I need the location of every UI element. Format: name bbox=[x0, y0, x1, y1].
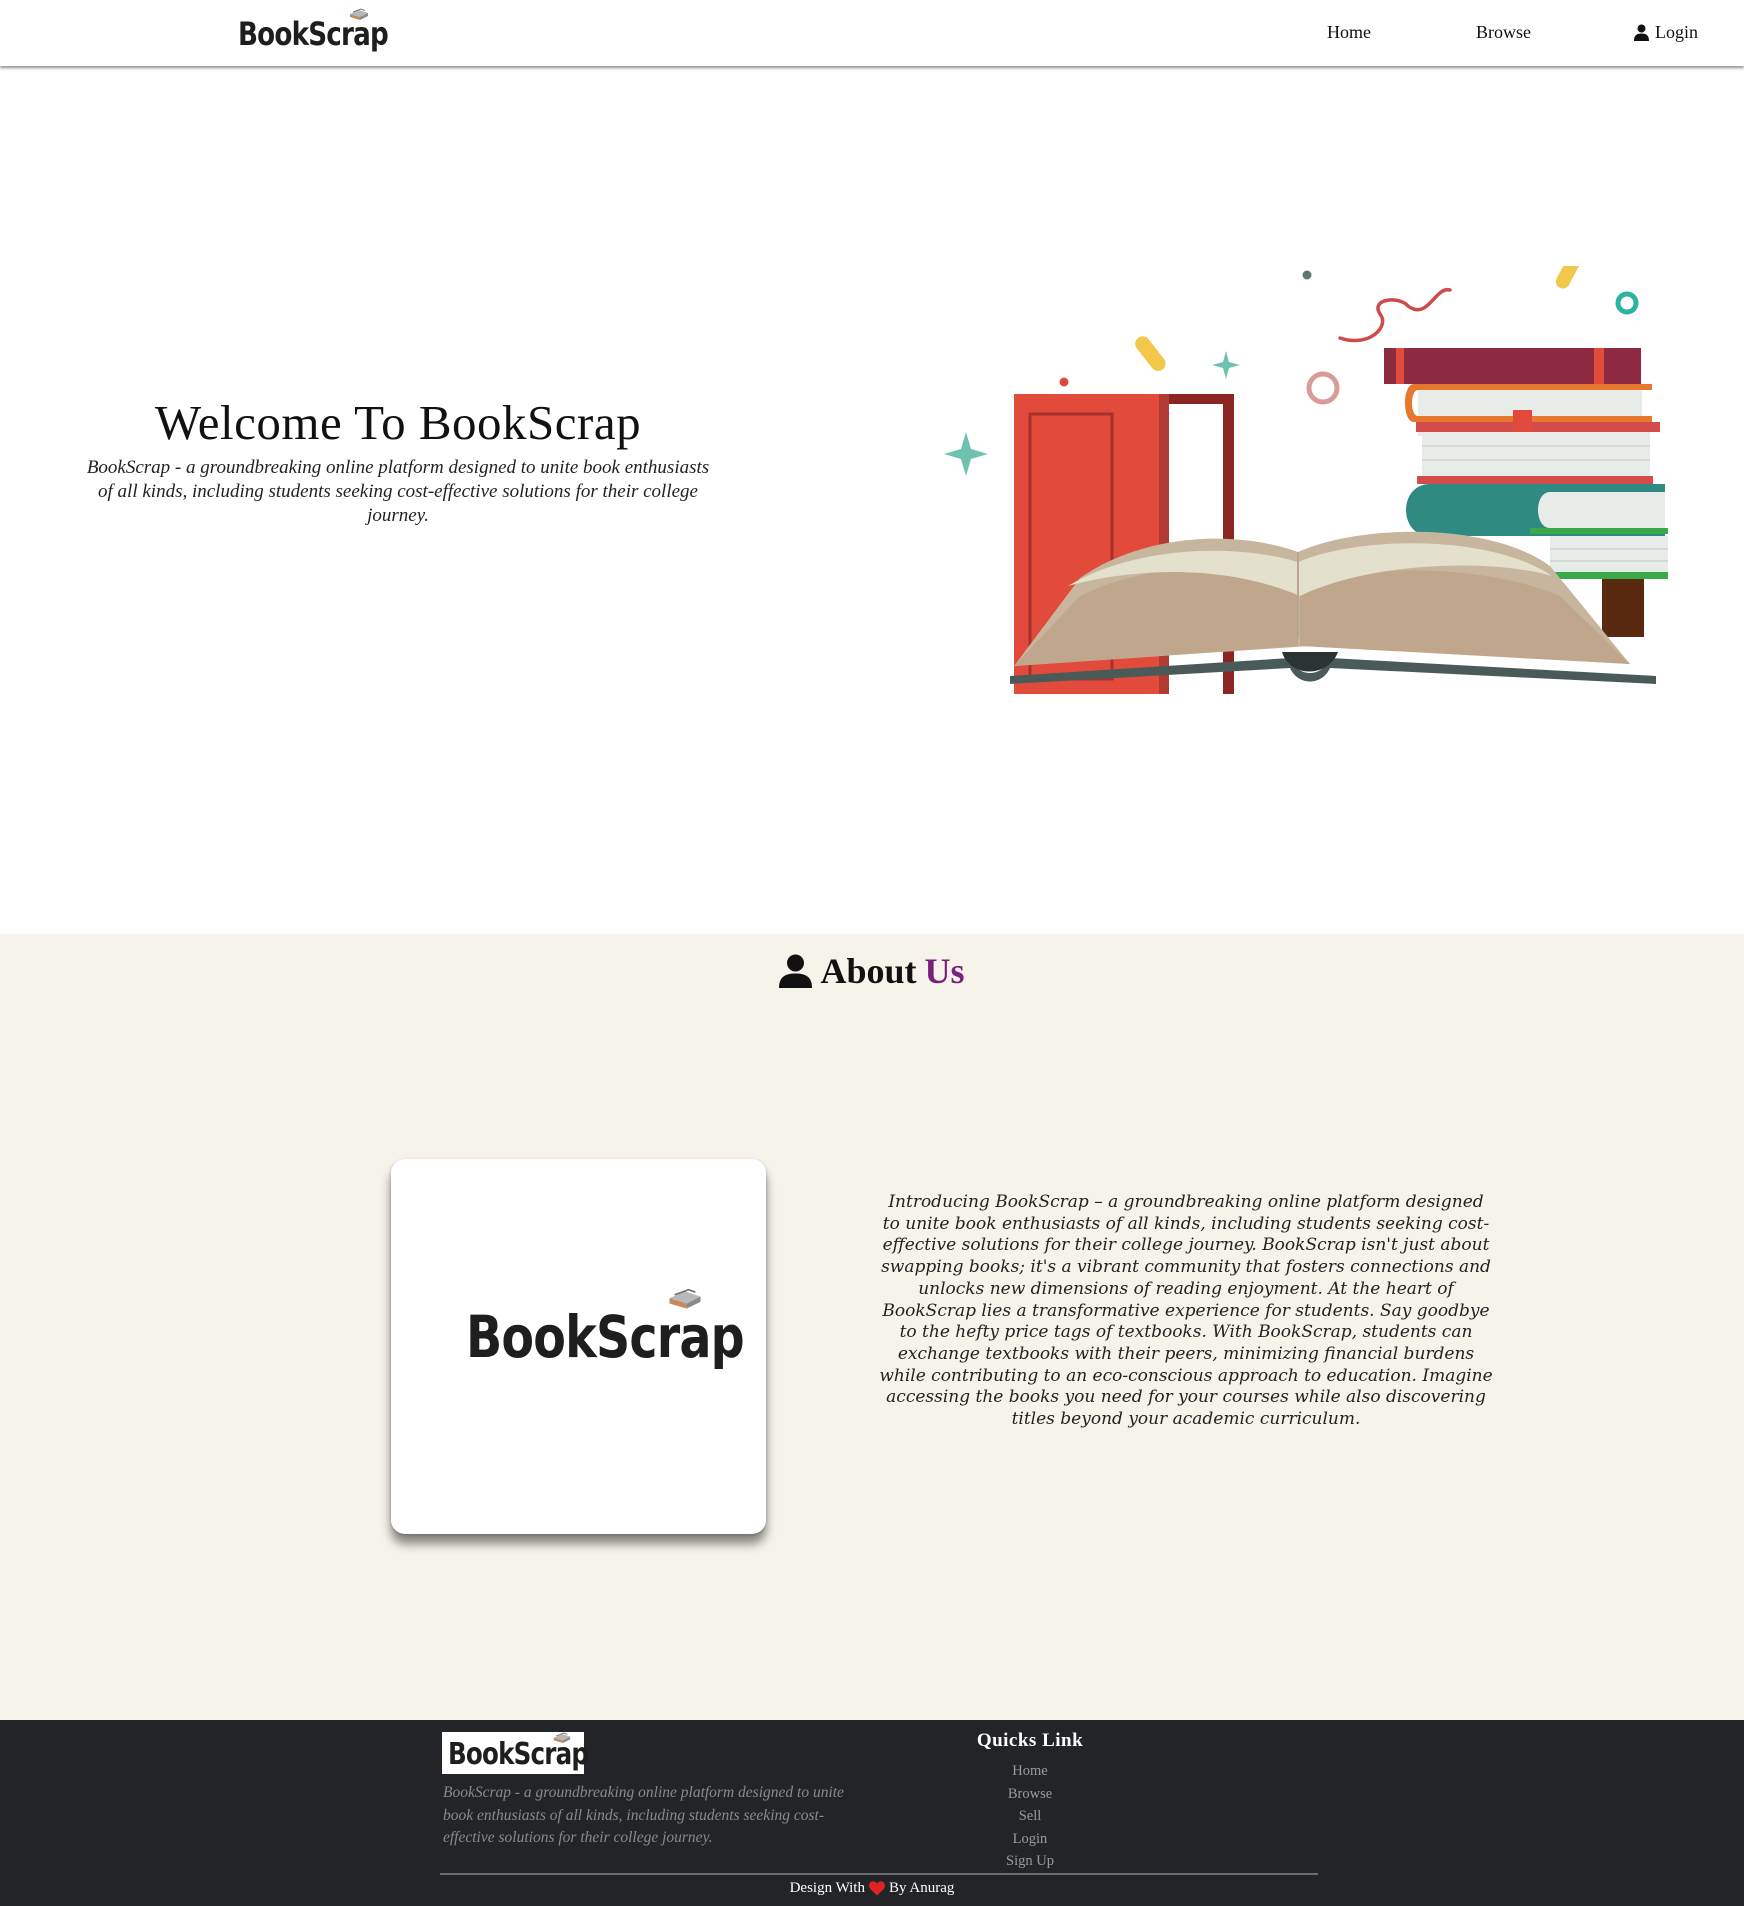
nav-home-label: Home bbox=[1327, 22, 1371, 42]
hero-section: Welcome To BookScrap BookScrap - a groun… bbox=[0, 66, 1744, 934]
footer-divider bbox=[440, 1873, 1318, 1875]
credit-prefix: Design With bbox=[789, 1880, 865, 1896]
about-heading: About Us bbox=[0, 950, 1744, 992]
quick-link-login[interactable]: Login bbox=[930, 1828, 1130, 1851]
books-illustration bbox=[944, 266, 1668, 694]
hero-subtitle: BookScrap - a groundbreaking online plat… bbox=[86, 457, 710, 526]
nav-login-label: Login bbox=[1655, 22, 1698, 42]
brand-logo[interactable]: BookScrap bbox=[238, 8, 421, 50]
quick-links-list: Home Browse Sell Login Sign Up bbox=[930, 1760, 1130, 1873]
nav-browse-link[interactable]: Browse bbox=[1476, 22, 1531, 43]
dot-decoration bbox=[1059, 377, 1069, 387]
book-logo-icon bbox=[350, 8, 368, 20]
nav-home-link[interactable]: Home bbox=[1327, 22, 1371, 43]
about-heading-accent: Us bbox=[924, 951, 965, 991]
nav-browse-label: Browse bbox=[1476, 22, 1531, 42]
about-heading-prefix: About bbox=[820, 951, 917, 991]
quick-link-signup[interactable]: Sign Up bbox=[930, 1850, 1130, 1873]
quick-link-browse[interactable]: Browse bbox=[930, 1783, 1130, 1806]
quick-link-sell[interactable]: Sell bbox=[930, 1805, 1130, 1828]
quick-links-title: Quicks Link bbox=[976, 1730, 1084, 1751]
about-card-logo-text: BookScrap bbox=[466, 1303, 745, 1371]
user-icon bbox=[1634, 24, 1649, 41]
about-card-logo: BookScrap bbox=[466, 1288, 805, 1371]
pill-decoration bbox=[1555, 266, 1583, 289]
navbar: BookScrap Home Browse Login bbox=[0, 0, 1744, 66]
about-logo-card: BookScrap bbox=[391, 1159, 766, 1534]
squiggle-decoration bbox=[1338, 288, 1452, 343]
ring-decoration bbox=[1306, 371, 1340, 405]
sparkle-decoration bbox=[944, 432, 988, 476]
user-icon bbox=[779, 954, 813, 988]
footer-logo: BookScrap bbox=[448, 1732, 619, 1770]
hero-title: Welcome To BookScrap bbox=[154, 395, 642, 450]
about-section: About Us BookScrap Introducing BookScrap… bbox=[0, 934, 1744, 1720]
footer-credit: Design With By Anurag bbox=[0, 1880, 1744, 1897]
heart-icon bbox=[869, 1881, 885, 1896]
credit-suffix: By Anurag bbox=[888, 1880, 955, 1896]
footer-description: BookScrap - a groundbreaking online plat… bbox=[443, 1784, 844, 1846]
pill-decoration bbox=[1135, 336, 1166, 372]
dot-decoration bbox=[1302, 270, 1312, 280]
footer-logo-box[interactable]: BookScrap bbox=[442, 1732, 589, 1774]
ring-decoration bbox=[1615, 291, 1639, 315]
sparkle-decoration bbox=[1212, 351, 1240, 379]
book-logo-icon bbox=[553, 1732, 571, 1744]
nav-login-link[interactable]: Login bbox=[1634, 22, 1698, 43]
about-description: Introducing BookScrap – a groundbreaking… bbox=[879, 1192, 1493, 1430]
book-logo-icon bbox=[669, 1288, 701, 1309]
footer: BookScrap BookScrap - a groundbreaking o… bbox=[0, 1720, 1744, 1906]
quick-link-home[interactable]: Home bbox=[930, 1760, 1130, 1783]
